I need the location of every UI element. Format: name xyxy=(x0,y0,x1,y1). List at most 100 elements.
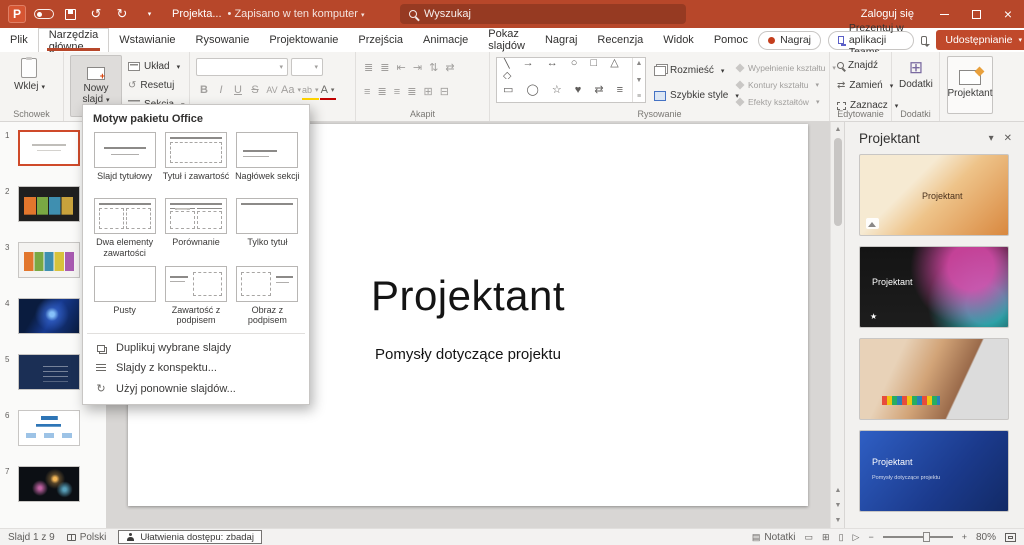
layout-option-title-content[interactable]: Tytuł i zawartość xyxy=(162,132,229,191)
design-suggestion-4[interactable]: Projektant Pomysły dotyczące projektu xyxy=(859,430,1009,512)
shape-fill-button[interactable]: Wypełnienie kształtu xyxy=(735,60,836,75)
tab-home[interactable]: Narzędzia główne xyxy=(37,28,110,53)
maximize-button[interactable] xyxy=(960,0,992,28)
vertical-scrollbar[interactable]: ▲ ▲ ▼ ▼ xyxy=(830,122,844,528)
slide-counter[interactable]: Slajd 1 z 9 xyxy=(8,532,55,543)
layout-option-title-only[interactable]: Tylko tytuł xyxy=(234,198,301,259)
bold-button[interactable]: B xyxy=(196,82,212,98)
designer-collapse-icon[interactable]: ▾ xyxy=(989,133,994,144)
design-suggestion-1[interactable]: Projektant xyxy=(859,154,1009,236)
language-indicator[interactable]: Polski xyxy=(66,532,106,543)
reset-button[interactable]: Resetuj xyxy=(128,77,185,94)
menu-item-reuse-slides[interactable]: Użyj ponownie slajdów... xyxy=(83,378,309,399)
present-in-teams-button[interactable]: Prezentuj w aplikacji Teams xyxy=(828,22,914,58)
layout-option-comparison[interactable]: Porównanie xyxy=(162,198,229,259)
layout-option-section-header[interactable]: Nagłówek sekcji xyxy=(234,132,301,191)
scroll-down-arrow[interactable]: ▼ xyxy=(831,513,845,528)
underline-button[interactable]: U xyxy=(230,82,246,98)
tab-insert[interactable]: Wstawianie xyxy=(109,28,185,52)
slide-thumbnail-5[interactable] xyxy=(18,354,80,390)
layout-option-title-slide[interactable]: Slajd tytułowy xyxy=(91,132,158,191)
accessibility-checker-button[interactable]: Ułatwienia dostępu: zbadaj xyxy=(118,530,262,544)
save-button[interactable] xyxy=(58,2,82,26)
slideshow-button[interactable]: ▷ xyxy=(853,532,860,543)
share-button[interactable]: Udostępnianie xyxy=(936,30,1024,50)
slide-thumbnail-7[interactable] xyxy=(18,466,80,502)
powerpoint-app-icon[interactable]: P xyxy=(8,5,26,23)
font-name-select[interactable] xyxy=(196,58,288,76)
normal-view-button[interactable]: ▭ xyxy=(805,532,814,543)
design-suggestion-2[interactable]: Projektant ★ xyxy=(859,246,1009,328)
shapes-row-2[interactable] xyxy=(497,79,645,100)
designer-close-icon[interactable]: ✕ xyxy=(1004,133,1012,144)
zoom-slider-thumb[interactable] xyxy=(923,532,931,542)
tab-review[interactable]: Recenzja xyxy=(587,28,653,52)
tab-transitions[interactable]: Przejścia xyxy=(348,28,413,52)
tab-design[interactable]: Projektowanie xyxy=(259,28,348,52)
shapes-row-1[interactable] xyxy=(497,58,645,79)
tab-slideshow[interactable]: Pokaz slajdów xyxy=(478,28,535,52)
undo-button[interactable]: ↺ xyxy=(84,2,108,26)
search-input[interactable]: Wyszukaj xyxy=(400,4,686,24)
close-button[interactable]: × xyxy=(992,0,1024,28)
paragraph-row-align[interactable]: ≡ ≣ ≡ ≣ ⊞ ⊟ xyxy=(364,85,451,98)
shape-effects-button[interactable]: Efekty kształtów xyxy=(735,94,836,109)
font-color-button[interactable]: A xyxy=(320,82,336,98)
slide-sorter-view-button[interactable]: ⊞ xyxy=(822,532,830,543)
slide-thumbnail-6[interactable] xyxy=(18,410,80,446)
slide-thumbnail-4[interactable] xyxy=(18,298,80,334)
minimize-button[interactable] xyxy=(928,0,960,28)
addins-button[interactable]: ⊞ Dodatki xyxy=(899,59,933,91)
italic-button[interactable]: I xyxy=(213,82,229,98)
layout-option-two-content[interactable]: Dwa elementy zawartości xyxy=(91,198,158,259)
design-suggestion-3[interactable] xyxy=(859,338,1009,420)
character-spacing-button[interactable]: AV xyxy=(264,82,280,98)
tab-help[interactable]: Pomoc xyxy=(704,28,758,52)
tab-draw[interactable]: Rysowanie xyxy=(186,28,260,52)
arrange-button[interactable]: Rozmieść xyxy=(654,62,739,79)
redo-button[interactable]: ↻ xyxy=(110,2,134,26)
change-case-button[interactable]: Aa xyxy=(281,82,301,98)
layout-option-content-caption[interactable]: Zawartość z podpisem xyxy=(162,265,229,327)
paragraph-row-lists[interactable]: ≣ ≣ ⇤ ⇥ ⇅ ⇄ xyxy=(364,61,457,74)
shapes-gallery-scroll[interactable]: ▲ ▼ ≡ xyxy=(632,58,645,102)
tab-file[interactable]: Plik xyxy=(0,28,38,52)
layout-button[interactable]: Układ xyxy=(128,58,185,75)
customize-qat-button[interactable] xyxy=(136,2,160,26)
zoom-slider[interactable] xyxy=(882,532,953,542)
find-button[interactable]: Znajdź xyxy=(837,57,898,74)
layout-option-blank[interactable]: Pusty xyxy=(91,265,158,327)
sign-in-button[interactable]: Zaloguj się xyxy=(847,8,928,20)
slide-thumbnail-1[interactable] xyxy=(18,130,80,166)
replace-button[interactable]: Zamień xyxy=(837,77,898,94)
slide-thumbnail-2[interactable] xyxy=(18,186,80,222)
shapes-gallery[interactable]: ▲▼≡ xyxy=(496,57,646,103)
scroll-up-arrow[interactable]: ▲ xyxy=(831,122,845,136)
document-title[interactable]: Projekta... Zapisano w ten komputer xyxy=(172,8,364,20)
fit-to-window-button[interactable] xyxy=(1005,532,1016,542)
previous-slide-button[interactable]: ▲ xyxy=(831,483,845,498)
strikethrough-button[interactable]: S xyxy=(247,82,263,98)
reading-view-button[interactable]: ▯ xyxy=(839,532,844,543)
paste-button[interactable]: Wklej xyxy=(14,57,45,93)
highlight-color-button[interactable]: ab xyxy=(302,82,319,98)
menu-item-slides-from-outline[interactable]: Slajdy z konspektu... xyxy=(83,358,309,378)
autosave-toggle[interactable] xyxy=(32,2,56,26)
record-button[interactable]: Nagraj xyxy=(758,30,821,50)
tab-animations[interactable]: Animacje xyxy=(413,28,478,52)
layout-option-picture-caption[interactable]: Obraz z podpisem xyxy=(234,265,301,327)
zoom-out-button[interactable]: − xyxy=(868,532,873,542)
zoom-level[interactable]: 80% xyxy=(976,532,996,543)
font-size-select[interactable] xyxy=(291,58,323,76)
menu-item-duplicate-slides[interactable]: Duplikuj wybrane slajdy xyxy=(83,338,309,358)
tab-view[interactable]: Widok xyxy=(653,28,704,52)
shape-outline-button[interactable]: Kontury kształtu xyxy=(735,77,836,92)
next-slide-button[interactable]: ▼ xyxy=(831,498,845,513)
notes-button[interactable]: ▤ Notatki xyxy=(752,532,796,543)
quick-styles-button[interactable]: Szybkie style xyxy=(654,87,739,104)
comments-icon[interactable] xyxy=(920,35,930,47)
scrollbar-thumb[interactable] xyxy=(834,138,842,226)
designer-button[interactable]: Projektant xyxy=(947,56,993,114)
slide-thumbnail-3[interactable] xyxy=(18,242,80,278)
zoom-in-button[interactable]: + xyxy=(962,532,967,542)
